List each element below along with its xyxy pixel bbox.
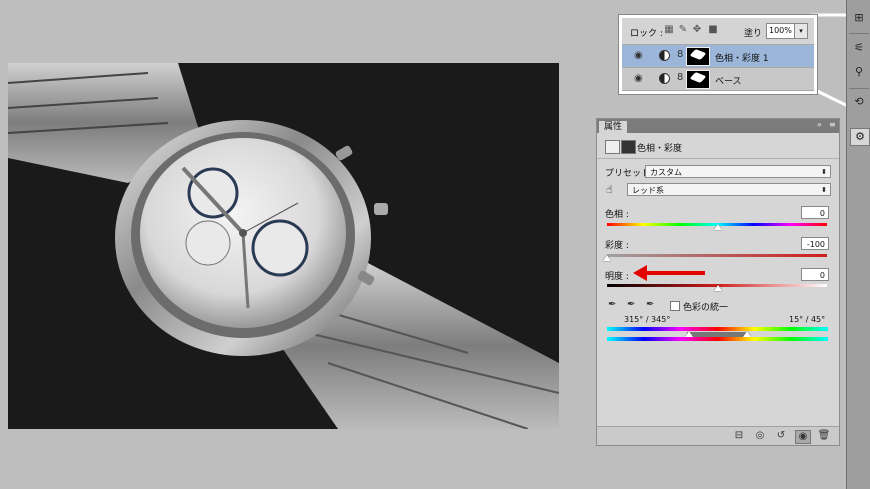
lock-paint-icon[interactable]: ✎	[678, 25, 688, 35]
watch-photo	[8, 63, 559, 429]
eyedropper-add-icon[interactable]: ✒	[627, 299, 635, 310]
lock-row: ロック : ▦ ✎ ✥ ■ 塗り : 100% ▾	[622, 18, 814, 45]
eyedropper-icon[interactable]: ✒	[608, 299, 616, 310]
tab-properties[interactable]: 属性	[599, 121, 628, 133]
properties-bottom-bar: ⊟ ◎ ↺ ◉ 🗑	[597, 426, 839, 445]
lightness-input[interactable]: 0	[801, 268, 829, 281]
range-spectrum-bottom	[607, 337, 828, 341]
layer-mask-thumbnail[interactable]	[686, 47, 710, 66]
targeted-adjustment-hand-icon[interactable]: ☝	[606, 183, 613, 196]
adjustment-layer-icon	[659, 50, 670, 61]
divider	[849, 88, 869, 89]
layer-name: ベース	[715, 77, 742, 87]
layer-row-base[interactable]: ◉ 8 ベース	[622, 68, 814, 91]
clip-icon[interactable]: ⊟	[732, 430, 746, 442]
properties-tabbar: 属性 » ≡	[597, 119, 839, 133]
hue-input[interactable]: 0	[801, 206, 829, 219]
layer-row-hue-saturation[interactable]: ◉ 8 色相・彩度 1	[622, 45, 814, 68]
fill-dropdown-button[interactable]: ▾	[794, 23, 808, 39]
eye-icon[interactable]: ◉	[634, 73, 643, 84]
saturation-input[interactable]: -100	[801, 237, 829, 250]
colorize-checkbox[interactable]	[670, 301, 680, 311]
layers-panel-callout: ロック : ▦ ✎ ✥ ■ 塗り : 100% ▾ ◉ 8 色相・彩度 1 ◉ …	[619, 15, 817, 94]
chevron-down-icon: ⬍	[821, 186, 827, 194]
divider	[849, 33, 869, 34]
saturation-slider-thumb[interactable]	[603, 255, 611, 261]
range-right-text: 15° / 45°	[789, 315, 826, 324]
range-spectrum-top	[607, 327, 828, 331]
colorize-label: 色彩の統一	[683, 303, 729, 313]
saturation-slider[interactable]	[607, 254, 827, 257]
brush-settings-icon[interactable]: ⚲	[850, 64, 868, 80]
channel-select[interactable]: レッド系 ⬍	[627, 183, 831, 196]
panel-icon-strip: ⊞ ⚟ ⚲ ⟲ ⚙	[846, 0, 870, 489]
properties-title: 色相・彩度	[637, 144, 683, 154]
saturation-label: 彩度 :	[605, 241, 629, 251]
preset-select[interactable]: カスタム ⬍	[645, 165, 831, 178]
reset-icon[interactable]: ↺	[774, 430, 788, 442]
history-icon[interactable]: ⟲	[850, 94, 868, 110]
adjust-sliders-icon[interactable]: ⚟	[850, 40, 868, 56]
range-left-text: 315° / 345°	[624, 315, 671, 324]
link-icon[interactable]: 8	[677, 72, 683, 83]
panel-menu-icon[interactable]: ≡	[829, 120, 836, 129]
fill-label: 塗り :	[744, 29, 768, 39]
adjustment-icon[interactable]	[605, 140, 620, 154]
lightness-slider-thumb[interactable]	[714, 285, 722, 291]
fill-input[interactable]: 100%	[766, 23, 795, 39]
red-arrow-annotation	[633, 265, 705, 281]
hue-slider-thumb[interactable]	[714, 224, 722, 230]
divider	[597, 158, 839, 159]
visibility-icon[interactable]: ◉	[795, 430, 811, 444]
lock-all-icon[interactable]: ■	[708, 25, 718, 35]
levels-icon[interactable]: ⊞	[850, 10, 868, 26]
mask-icon[interactable]	[621, 140, 636, 154]
properties-icon[interactable]: ⚙	[850, 128, 870, 146]
preset-value: カスタム	[650, 168, 682, 177]
lock-transparent-icon[interactable]: ▦	[664, 25, 674, 35]
lock-move-icon[interactable]: ✥	[692, 25, 702, 35]
lock-label: ロック :	[630, 29, 663, 39]
link-icon[interactable]: 8	[677, 49, 683, 60]
layer-mask-thumbnail[interactable]	[686, 70, 710, 89]
collapse-icon[interactable]: »	[817, 120, 822, 129]
hue-label: 色相 :	[605, 210, 629, 220]
chevron-down-icon: ⬍	[821, 168, 827, 176]
trash-icon[interactable]: 🗑	[817, 430, 831, 442]
channel-value: レッド系	[632, 186, 664, 195]
eyedropper-subtract-icon[interactable]: ✒	[646, 299, 654, 310]
lightness-label: 明度 :	[605, 272, 629, 282]
layer-name: 色相・彩度 1	[715, 54, 769, 64]
properties-panel: 属性 » ≡ 色相・彩度 プリセット : カスタム ⬍ ☝ レッド系 ⬍ 色相 …	[596, 118, 840, 446]
eye-icon[interactable]: ◉	[634, 50, 643, 61]
adjustment-layer-icon	[659, 73, 670, 84]
view-previous-icon[interactable]: ◎	[753, 430, 767, 442]
